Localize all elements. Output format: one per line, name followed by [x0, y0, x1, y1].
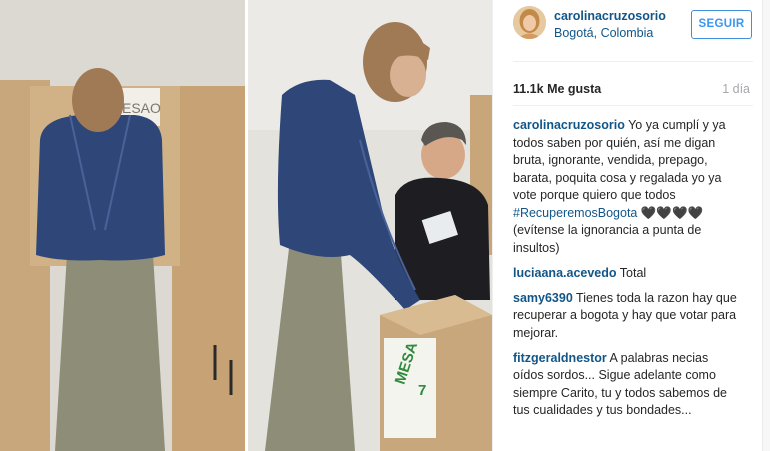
booth-sign-text: ESAO [122, 100, 161, 116]
mesa-number-text: 7 [418, 382, 426, 399]
post-photo[interactable]: ESAO MESA 7 [0, 0, 492, 451]
comment-username[interactable]: luciaana.acevedo [513, 266, 617, 280]
divider [513, 105, 753, 106]
post-username[interactable]: carolinacruzosorio [554, 9, 666, 23]
post-header: carolinacruzosorio Bogotá, Colombia SEGU… [513, 6, 758, 48]
comment-text: Total [616, 265, 647, 280]
avatar-image [513, 6, 546, 39]
photo-collage-divider [245, 0, 248, 451]
avatar[interactable] [513, 6, 546, 39]
comment-username[interactable]: carolinacruzosorio [513, 118, 625, 132]
left-booth-panel-right [172, 86, 245, 451]
comment-item: carolinacruzosorio Yo ya cumplí y ya tod… [513, 117, 738, 257]
left-woman-hair [72, 68, 124, 132]
right-woman-face [390, 53, 426, 97]
comment-item: samy6390 Tienes toda la razon hay que re… [513, 290, 738, 343]
divider [513, 61, 753, 62]
post-location[interactable]: Bogotá, Colombia [554, 26, 653, 40]
sidebar-scrollbar[interactable] [762, 0, 770, 451]
comment-item: luciaana.acevedo Total [513, 265, 738, 283]
post-time[interactable]: 1 día [722, 82, 750, 96]
comment-item: fitzgeraldnestor A palabras necias oídos… [513, 350, 738, 420]
comment-username[interactable]: samy6390 [513, 291, 573, 305]
comment-username[interactable]: fitzgeraldnestor [513, 351, 607, 365]
follow-button[interactable]: SEGUIR [691, 10, 752, 39]
post-sidebar: carolinacruzosorio Bogotá, Colombia SEGU… [492, 0, 770, 451]
comment-list: carolinacruzosorio Yo ya cumplí y ya tod… [513, 117, 738, 427]
left-woman-jacket [36, 115, 165, 261]
likes-count[interactable]: 11.1k Me gusta [513, 82, 601, 96]
hashtag-link[interactable]: #RecuperemosBogota [513, 206, 637, 220]
